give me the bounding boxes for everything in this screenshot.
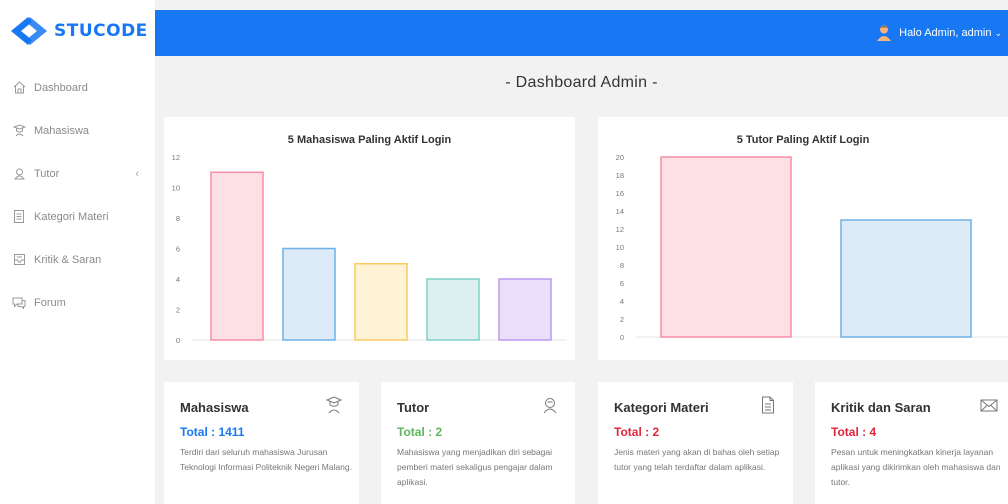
stat-total: Total : 1411 xyxy=(180,425,245,439)
stat-total: Total : 4 xyxy=(831,425,877,439)
bar[interactable] xyxy=(426,278,480,341)
bar[interactable] xyxy=(210,171,264,341)
chart-card-tutor: 0 2 4 6 8 10 12 14 16 18 20 5 Tutor Paling Aktif L… xyxy=(598,117,1008,360)
chevron-left-icon[interactable]: ‹ xyxy=(135,168,139,180)
stat-title: Tutor xyxy=(397,400,430,415)
stat-title: Kategori Materi xyxy=(614,400,709,415)
page-title: - Dashboard Admin - xyxy=(505,74,658,91)
y-tick-label: 14 xyxy=(616,207,624,216)
y-tick-label: 10 xyxy=(616,243,624,252)
stat-card-kritik-saran[interactable]: Kritik dan Saran Total : 4 Pesan untuk m… xyxy=(815,382,1008,504)
y-tick-label: 0 xyxy=(620,333,624,342)
bar[interactable] xyxy=(282,247,336,341)
chart-title: 5 Tutor Paling Aktif Login xyxy=(736,134,870,146)
sidebar-item-label: Kategori Materi xyxy=(34,210,109,223)
y-tick-label: 10 xyxy=(172,184,180,193)
y-tick-label: 6 xyxy=(176,245,180,254)
bar[interactable] xyxy=(498,278,552,341)
sidebar-item-mahasiswa[interactable]: Mahasiswa xyxy=(0,109,155,152)
y-tick-label: 18 xyxy=(616,171,624,180)
y-tick-label: 20 xyxy=(616,153,624,162)
brand-name: STUCODE xyxy=(54,21,148,41)
sidebar-item-label: Dashboard xyxy=(34,81,88,94)
sidebar-item-label: Mahasiswa xyxy=(34,124,90,137)
stat-total: Total : 2 xyxy=(614,425,660,439)
document-icon xyxy=(12,210,26,224)
stat-description: Mahasiswa yang menjadikan diri sebagai p… xyxy=(397,447,553,487)
stat-title: Kritik dan Saran xyxy=(831,400,931,415)
bar-chart: 0 2 4 6 8 10 12 xyxy=(172,153,567,345)
y-tick-label: 0 xyxy=(176,336,180,345)
sidebar-item-tutor[interactable]: Tutor ‹ xyxy=(0,152,155,195)
bar-chart: 0 2 4 6 8 10 12 14 16 18 20 xyxy=(616,153,1008,342)
stat-card-tutor[interactable]: Tutor Total : 2 Mahasiswa yang menjadika… xyxy=(381,382,575,504)
student-icon xyxy=(325,396,343,414)
document-icon xyxy=(762,396,774,414)
y-tick-label: 2 xyxy=(620,315,624,324)
stat-card-kategori-materi[interactable]: Kategori Materi Total : 2 Jenis materi y… xyxy=(598,382,793,504)
forum-icon xyxy=(12,296,26,310)
y-tick-label: 6 xyxy=(620,279,624,288)
sidebar-menu: Dashboard Mahasiswa Tutor ‹ Kategori Mat… xyxy=(0,66,155,324)
y-tick-label: 8 xyxy=(176,214,180,223)
sidebar-item-kategori-materi[interactable]: Kategori Materi xyxy=(0,195,155,238)
bar[interactable] xyxy=(660,156,792,338)
y-tick-label: 12 xyxy=(172,153,180,162)
user-avatar-icon xyxy=(877,25,892,41)
stat-title: Mahasiswa xyxy=(180,400,249,415)
stucode-logo-icon xyxy=(11,17,47,45)
y-tick-label: 16 xyxy=(616,189,624,198)
sidebar-item-label: Tutor xyxy=(34,167,60,180)
bar[interactable] xyxy=(840,219,972,338)
stat-description: Jenis materi yang akan di bahas oleh set… xyxy=(614,447,780,472)
y-tick-label: 12 xyxy=(616,225,624,234)
mail-icon xyxy=(980,399,998,412)
home-icon xyxy=(12,81,26,95)
user-menu[interactable]: Halo Admin, admin ⌄ xyxy=(877,10,1002,56)
sidebar-item-kritik-saran[interactable]: Kritik & Saran xyxy=(0,238,155,281)
inbox-icon xyxy=(12,253,26,267)
y-tick-label: 4 xyxy=(176,275,180,284)
sidebar-item-dashboard[interactable]: Dashboard xyxy=(0,66,155,109)
brand-logo[interactable]: STUCODE xyxy=(0,0,155,62)
student-icon xyxy=(12,124,26,138)
top-navbar: Halo Admin, admin ⌄ xyxy=(155,10,1008,56)
sidebar: STUCODE Dashboard Mahasiswa Tutor ‹ Kate… xyxy=(0,0,155,504)
bar[interactable] xyxy=(354,263,408,341)
sidebar-item-label: Forum xyxy=(34,296,66,309)
chart-card-mahasiswa: 0 2 4 6 8 10 12 5 Mahasiswa Paling Aktif Login xyxy=(164,117,575,360)
stat-card-mahasiswa[interactable]: Mahasiswa Total : 1411 Terdiri dari selu… xyxy=(164,382,359,504)
chart-title: 5 Mahasiswa Paling Aktif Login xyxy=(287,134,452,146)
y-tick-label: 4 xyxy=(620,297,624,306)
stat-description: Terdiri dari seluruh mahasiswa Jurusan T… xyxy=(180,447,352,472)
tutor-icon xyxy=(543,398,557,414)
sidebar-item-forum[interactable]: Forum xyxy=(0,281,155,324)
y-tick-label: 8 xyxy=(620,261,624,270)
user-greeting: Halo Admin, admin xyxy=(899,27,992,39)
stat-description: Pesan untuk meningkatkan kinerja layanan… xyxy=(831,447,1001,487)
chevron-down-icon: ⌄ xyxy=(994,27,1002,38)
tutor-icon xyxy=(12,167,26,181)
stat-total: Total : 2 xyxy=(397,425,443,439)
sidebar-item-label: Kritik & Saran xyxy=(34,253,102,266)
y-tick-label: 2 xyxy=(176,306,180,315)
